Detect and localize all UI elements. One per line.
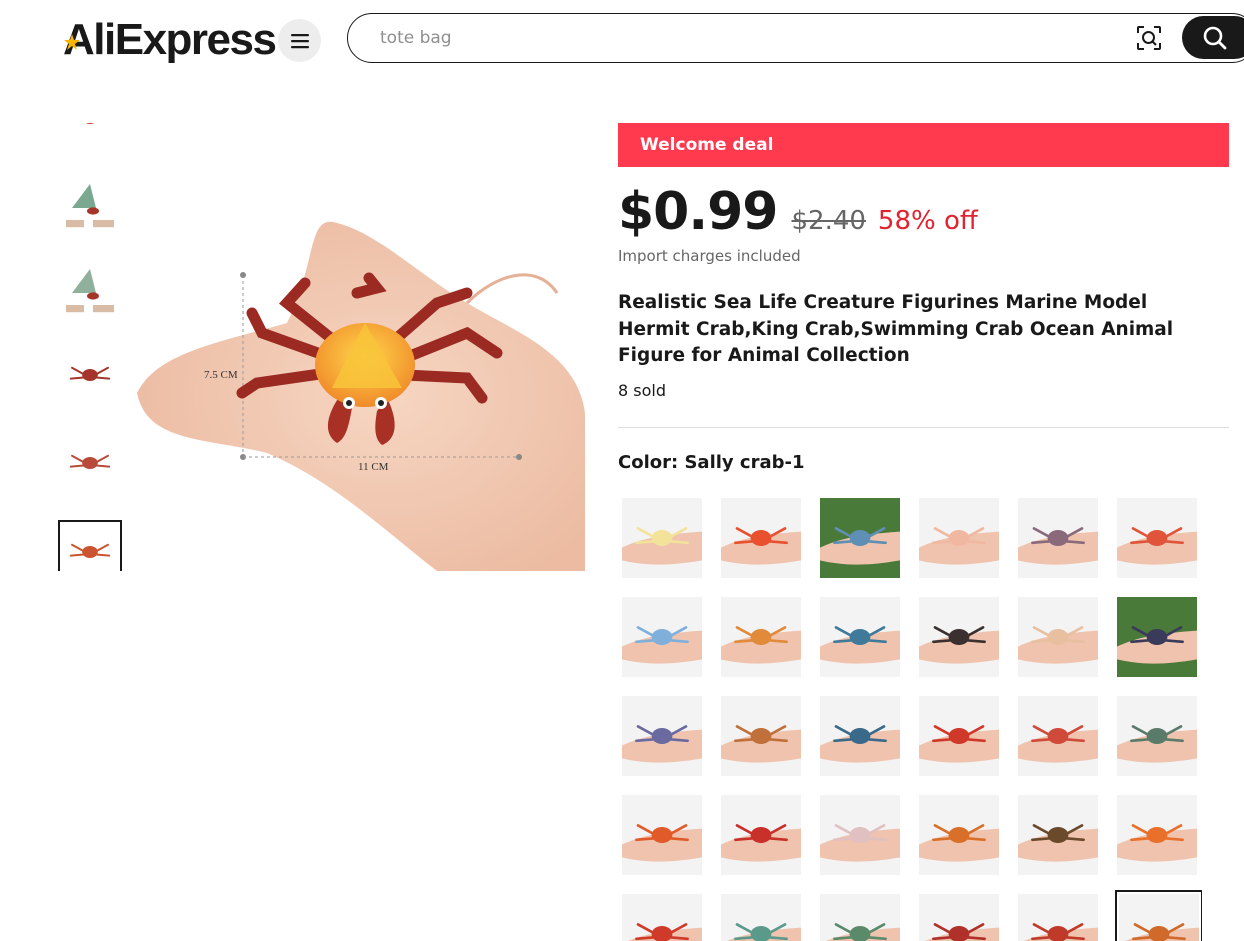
color-swatch[interactable] xyxy=(721,498,801,578)
color-swatch[interactable] xyxy=(919,597,999,677)
crab-on-hand-image: 7.5 CM 11 CM xyxy=(137,221,585,571)
price-row: $0.99 $2.40 58% off xyxy=(618,182,978,242)
product-thumbnail[interactable] xyxy=(60,175,120,235)
color-swatch[interactable] xyxy=(1117,696,1197,776)
color-swatch[interactable] xyxy=(919,795,999,875)
color-swatch[interactable] xyxy=(622,498,702,578)
logo-star-icon xyxy=(64,34,80,50)
color-swatch[interactable] xyxy=(1018,894,1098,941)
current-price: $0.99 xyxy=(618,182,778,242)
color-swatch[interactable] xyxy=(820,795,900,875)
original-price: $2.40 xyxy=(791,206,866,236)
discount-badge: 58% off xyxy=(877,206,978,236)
menu-button[interactable] xyxy=(278,19,321,62)
color-swatch[interactable] xyxy=(919,696,999,776)
color-swatch[interactable] xyxy=(1018,498,1098,578)
aliexpress-logo[interactable]: AliExpress xyxy=(63,15,277,64)
color-swatch[interactable] xyxy=(1018,597,1098,677)
color-swatch[interactable] xyxy=(721,696,801,776)
thumbnail-list xyxy=(58,123,122,571)
product-thumbnail[interactable] xyxy=(60,433,120,493)
product-thumbnail[interactable] xyxy=(60,123,120,148)
color-swatch[interactable] xyxy=(1018,696,1098,776)
welcome-deal-banner: Welcome deal xyxy=(618,123,1229,167)
color-swatch[interactable] xyxy=(919,894,999,941)
product-thumbnail[interactable] xyxy=(58,520,122,571)
logo-text: AliExpress xyxy=(63,15,277,64)
color-swatch[interactable] xyxy=(1115,890,1202,941)
color-swatch[interactable] xyxy=(820,498,900,578)
search-button[interactable] xyxy=(1182,16,1244,59)
menu-icon xyxy=(290,33,309,48)
color-swatch[interactable] xyxy=(721,597,801,677)
color-swatch[interactable] xyxy=(622,696,702,776)
color-swatch[interactable] xyxy=(919,498,999,578)
color-swatch[interactable] xyxy=(622,795,702,875)
color-swatch[interactable] xyxy=(1117,597,1197,677)
sold-count: 8 sold xyxy=(618,381,666,400)
color-swatch-grid xyxy=(622,498,1202,941)
search-icon xyxy=(1203,26,1227,49)
color-swatch[interactable] xyxy=(721,894,801,941)
color-swatch[interactable] xyxy=(1018,795,1098,875)
search-bar xyxy=(347,13,1244,63)
width-dimension-label: 11 CM xyxy=(358,461,389,473)
search-input[interactable] xyxy=(380,25,1100,51)
height-dimension-label: 7.5 CM xyxy=(204,369,238,381)
product-title: Realistic Sea Life Creature Figurines Ma… xyxy=(618,292,1174,366)
color-swatch[interactable] xyxy=(820,894,900,941)
image-search-icon[interactable] xyxy=(1135,24,1163,52)
color-swatch[interactable] xyxy=(622,894,702,941)
product-thumbnail[interactable] xyxy=(60,345,120,405)
color-label: Color: Sally crab-1 xyxy=(618,452,805,473)
color-swatch[interactable] xyxy=(820,597,900,677)
import-charges-note: Import charges included xyxy=(618,247,801,265)
color-swatch[interactable] xyxy=(820,696,900,776)
product-page: AliExpress tote bag 7.5 CM 11 CM Welcome… xyxy=(0,0,1244,941)
divider xyxy=(618,427,1229,428)
color-swatch[interactable] xyxy=(1117,498,1197,578)
main-product-image[interactable]: 7.5 CM 11 CM xyxy=(137,153,585,571)
color-swatch[interactable] xyxy=(721,795,801,875)
product-thumbnail[interactable] xyxy=(60,260,120,320)
color-swatch[interactable] xyxy=(1117,795,1197,875)
color-swatch[interactable] xyxy=(622,597,702,677)
